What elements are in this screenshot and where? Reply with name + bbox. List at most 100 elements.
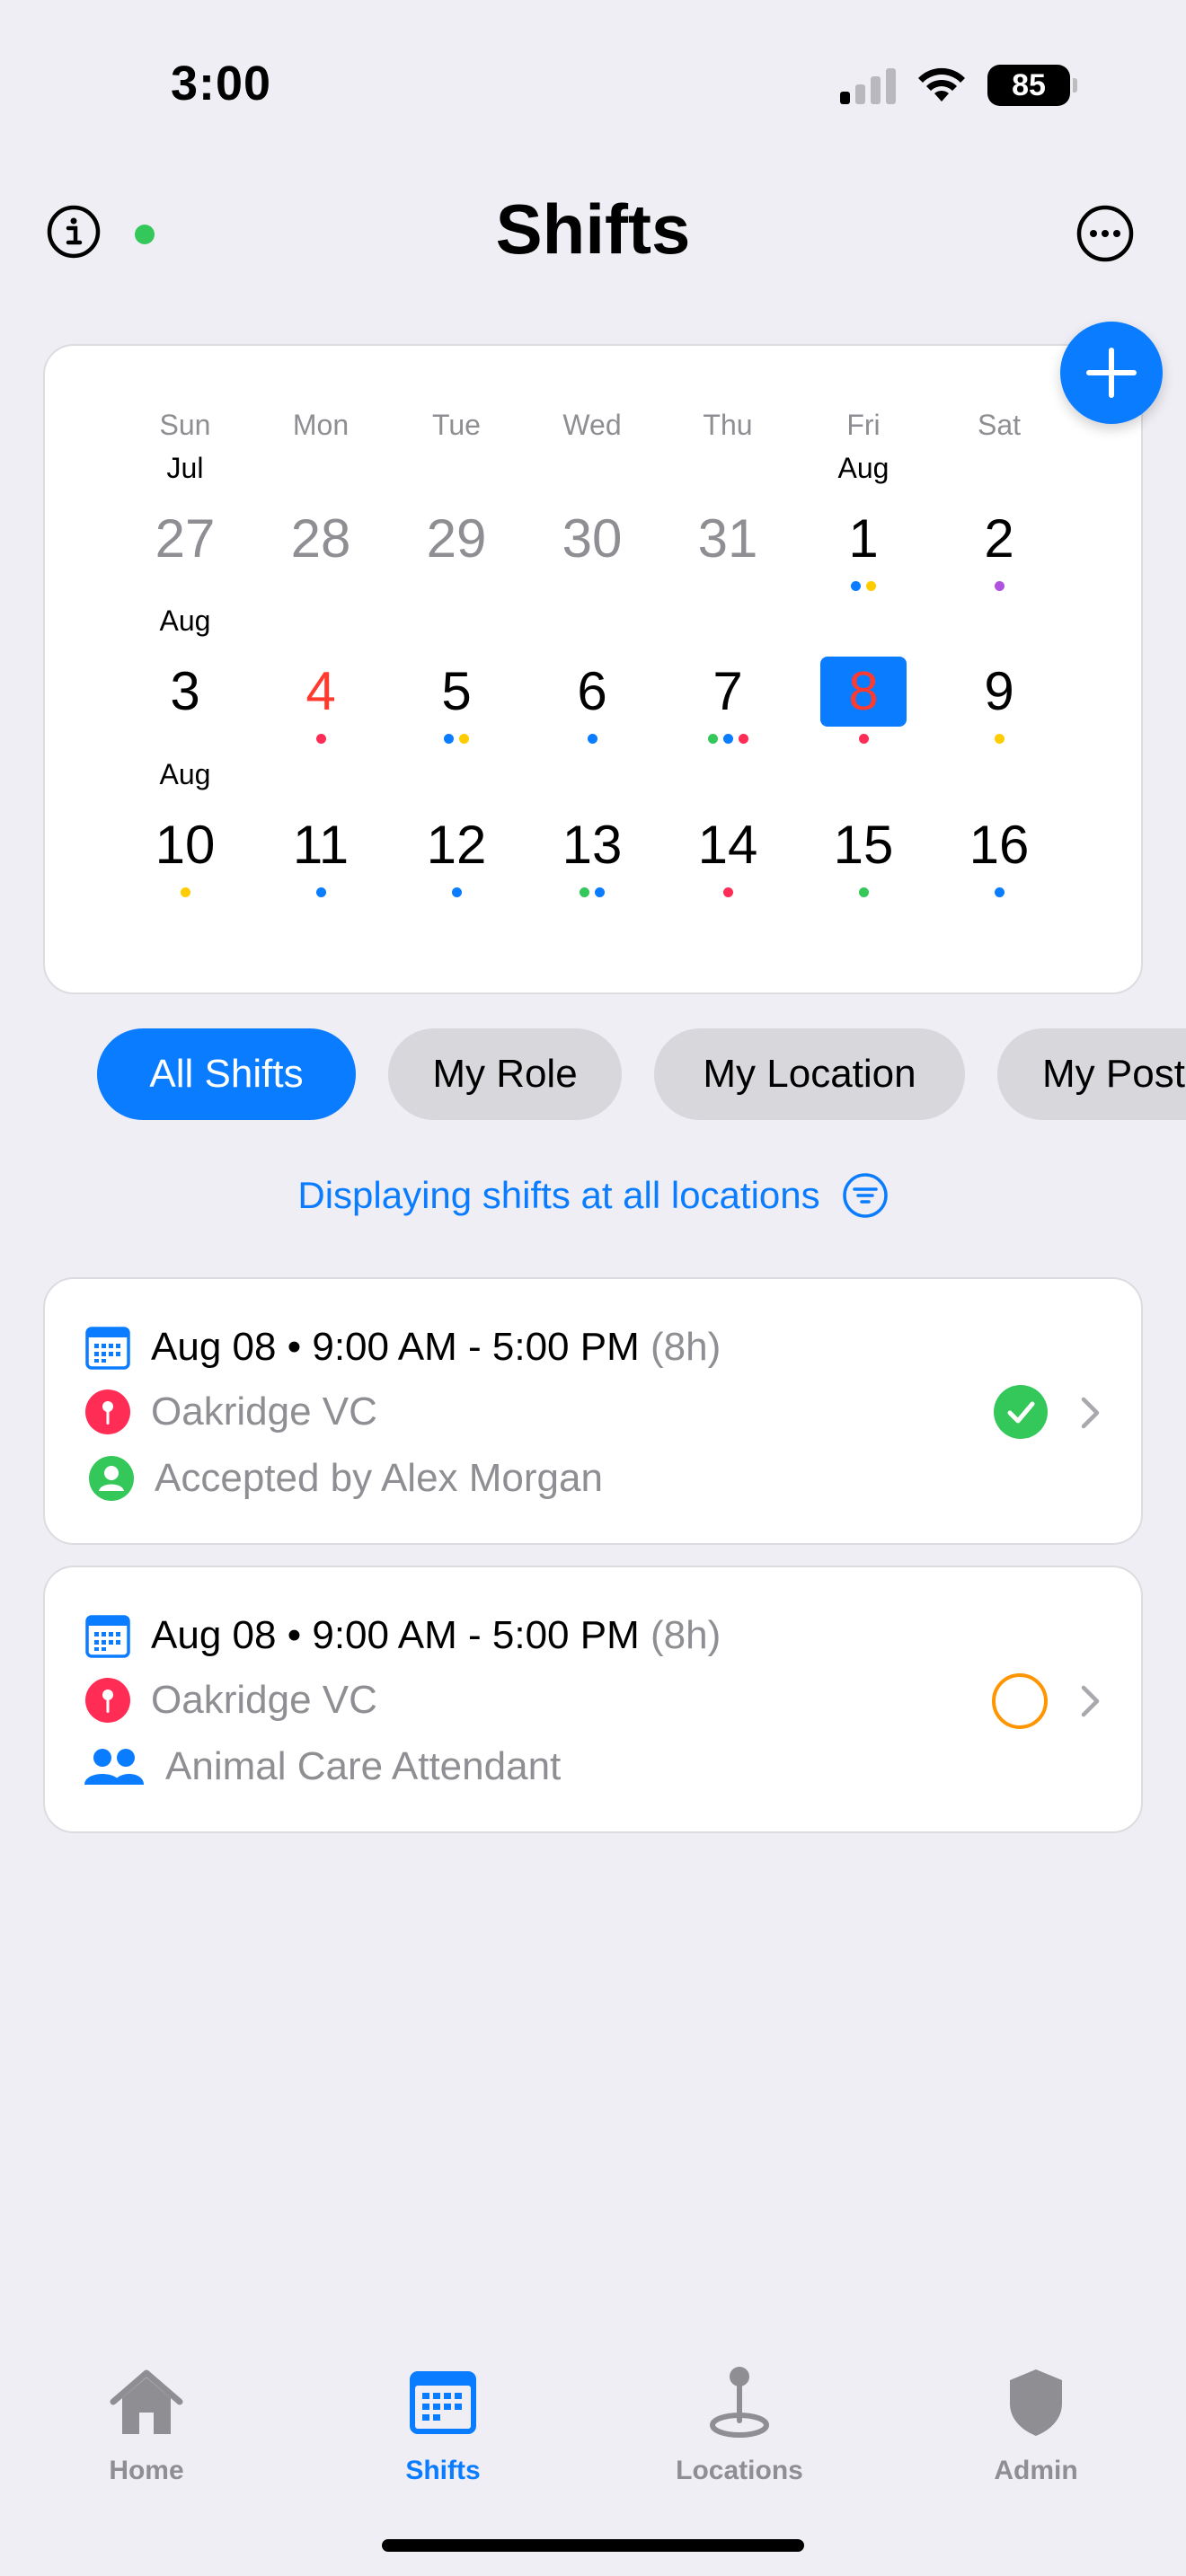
calendar-day[interactable]: 9 [932, 660, 1067, 745]
calendar-day-number: 31 [697, 508, 758, 569]
calendar-day[interactable]: 30 [525, 507, 659, 592]
calendar-day[interactable]: Aug 3 [118, 604, 252, 745]
event-dot [595, 887, 605, 897]
filter-description-text: Displaying shifts at all locations [297, 1174, 820, 1216]
calendar-day-number: 14 [697, 815, 758, 875]
shift-datetime-row: Aug 08 • 9:00 AM - 5:00 PM (8h) [84, 1324, 721, 1371]
page-title: Shifts [495, 190, 691, 269]
calendar-day-number: 2 [984, 508, 1014, 569]
event-dots [389, 581, 524, 592]
open-status-circle-icon [992, 1673, 1048, 1729]
calendar-day-number: 3 [170, 661, 200, 721]
event-dot [707, 734, 718, 744]
event-dot [444, 734, 454, 744]
add-shift-button[interactable] [1060, 322, 1163, 424]
event-dot [580, 887, 589, 897]
weekday-label: Wed [562, 409, 622, 441]
event-dots [525, 734, 659, 745]
event-dots [525, 581, 659, 592]
calendar-day[interactable]: 5 [389, 660, 524, 745]
calendar-day-number: 1 [848, 508, 879, 569]
calendar-day[interactable]: 2 [932, 507, 1067, 592]
shift-time: 9:00 AM - 5:00 PM [312, 1325, 640, 1369]
chevron-right-icon [1081, 1685, 1100, 1717]
shift-location: Oakridge VC [151, 1389, 377, 1434]
calendar-day[interactable]: 8 [796, 657, 931, 745]
ellipsis-circle-icon[interactable] [1076, 205, 1134, 262]
filter-chip-my-post[interactable]: My Post [997, 1028, 1186, 1120]
calendar-day[interactable]: Aug 10 [118, 758, 252, 898]
calendar-day[interactable]: 4 [253, 660, 388, 745]
shift-detail-row: Accepted by Alex Morgan [88, 1455, 603, 1502]
event-dots [389, 887, 524, 898]
tab-locations[interactable]: Locations [641, 2362, 838, 2486]
calendar-day-number: 27 [155, 508, 216, 569]
separator-dot: • [287, 1325, 313, 1369]
event-dots [389, 734, 524, 745]
calendar-day-number: 5 [441, 661, 472, 721]
chevron-right-icon [1081, 1397, 1100, 1429]
calendar-day-number: 6 [577, 661, 607, 721]
event-dots [660, 734, 795, 745]
separator-dot: • [287, 1613, 313, 1657]
shift-location-row: Oakridge VC [84, 1677, 377, 1724]
tab-admin[interactable]: Admin [937, 2362, 1135, 2486]
calendar-day[interactable]: 29 [389, 507, 524, 592]
weekday-label: Fri [846, 409, 881, 441]
calendar-day[interactable]: 28 [253, 507, 388, 592]
calendar-day-number: 10 [155, 815, 216, 875]
calendar-day[interactable]: 13 [525, 814, 659, 898]
event-dots [118, 887, 252, 898]
home-indicator [382, 2539, 804, 2552]
map-pin-icon [710, 2367, 769, 2438]
calendar-day[interactable]: 31 [660, 507, 795, 592]
calendar-day-number: 16 [969, 815, 1030, 875]
event-dot [722, 887, 733, 897]
calendar-day[interactable]: Jul 27 [118, 452, 252, 592]
calendar-day[interactable]: 6 [525, 660, 659, 745]
battery-icon: 85 [987, 65, 1077, 106]
event-dot [994, 734, 1005, 744]
calendar-day[interactable]: 12 [389, 814, 524, 898]
filter-icon[interactable] [842, 1172, 889, 1219]
tab-label: Home [109, 2456, 184, 2485]
location-pin-icon [85, 1389, 130, 1434]
weekday-label: Tue [432, 409, 481, 441]
calendar-day-selected: 8 [820, 657, 907, 727]
filter-chip-my-role[interactable]: My Role [388, 1028, 622, 1120]
calendar-icon [410, 2371, 476, 2434]
calendar-month-label: Aug [837, 452, 890, 484]
calendar-day[interactable]: 15 [796, 814, 931, 898]
calendar-day[interactable]: 14 [660, 814, 795, 898]
event-dot [315, 887, 326, 897]
shift-card[interactable]: Aug 08 • 9:00 AM - 5:00 PM (8h) Oakridge… [43, 1277, 1143, 1545]
calendar-day[interactable]: Aug 1 [796, 452, 931, 592]
shift-date: Aug 08 [151, 1325, 277, 1369]
shift-detail-row: Animal Care Attendant [81, 1743, 561, 1790]
event-dots [253, 581, 388, 592]
shift-duration: (8h) [650, 1325, 721, 1369]
filter-chip-my-location[interactable]: My Location [654, 1028, 965, 1120]
tab-home[interactable]: Home [48, 2362, 245, 2486]
location-pin-icon [85, 1678, 130, 1723]
filter-chip-all-shifts[interactable]: All Shifts [97, 1028, 356, 1120]
calendar-day-number: 12 [426, 815, 487, 875]
calendar-day-number: 7 [712, 661, 743, 721]
calendar-day-number: 29 [426, 508, 487, 569]
event-dot [315, 734, 326, 744]
calendar-day[interactable]: 7 [660, 660, 795, 745]
calendar-month-label: Aug [159, 604, 211, 637]
event-dots [660, 581, 795, 592]
calendar-month-label: Aug [159, 758, 211, 790]
event-dot [459, 734, 469, 744]
calendar-icon [85, 1615, 130, 1658]
shift-datetime-row: Aug 08 • 9:00 AM - 5:00 PM (8h) [84, 1612, 721, 1659]
tab-shifts[interactable]: Shifts [344, 2362, 542, 2486]
shift-card[interactable]: Aug 08 • 9:00 AM - 5:00 PM (8h) Oakridge… [43, 1566, 1143, 1833]
calendar-day[interactable]: 16 [932, 814, 1067, 898]
filter-description[interactable]: Displaying shifts at all locations [0, 1172, 1186, 1219]
calendar-day[interactable]: 11 [253, 814, 388, 898]
event-dot [858, 887, 869, 897]
accepted-check-icon [994, 1385, 1048, 1439]
wifi-icon [918, 67, 965, 101]
